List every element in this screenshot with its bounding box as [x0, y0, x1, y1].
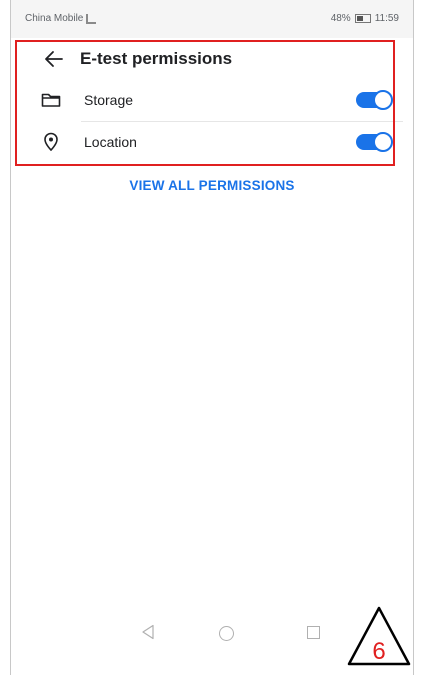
nav-home-icon[interactable]	[219, 626, 234, 641]
clock: 11:59	[374, 13, 399, 24]
carrier-name: China Mobile	[25, 13, 84, 24]
status-left: China Mobile	[25, 13, 97, 24]
status-right: 48% 11:59	[331, 13, 399, 24]
signal-icon	[86, 13, 97, 24]
nav-back-icon[interactable]	[141, 624, 155, 640]
step-number: 6	[372, 638, 385, 665]
view-all-permissions-button[interactable]: VIEW ALL PERMISSIONS	[11, 178, 413, 193]
status-bar: China Mobile 48% 11:59	[11, 0, 413, 38]
battery-icon	[354, 14, 371, 23]
nav-recents-icon[interactable]	[307, 626, 320, 639]
step-number-triangle: 6	[347, 606, 411, 666]
highlight-box	[15, 40, 395, 166]
battery-percent: 48%	[330, 13, 351, 24]
